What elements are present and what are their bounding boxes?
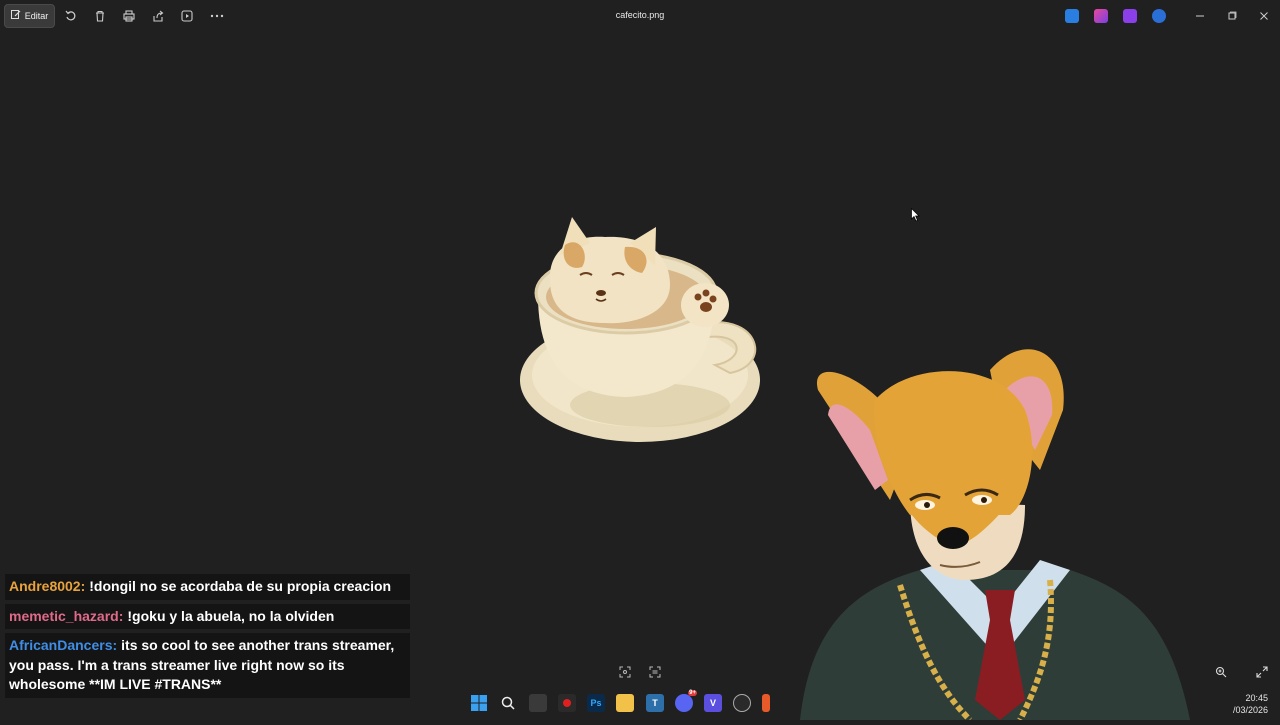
chat-text: !goku y la abuela, no la olviden [127, 607, 335, 624]
chat-username: memetic_hazard: [9, 607, 124, 624]
chat-username: AfricanDancers: [9, 637, 118, 653]
fit-to-window-icon[interactable] [617, 664, 633, 680]
minimize-icon[interactable] [1192, 8, 1208, 24]
discord-badge: 9+ [688, 690, 697, 696]
mouse-cursor-icon [911, 207, 920, 227]
close-icon[interactable] [1256, 8, 1272, 24]
share-icon[interactable] [150, 8, 166, 24]
edit-icon [10, 10, 21, 22]
obs-app-icon[interactable] [529, 694, 547, 712]
photo-viewer-toolbar: Editar cafecito.png [0, 0, 1280, 32]
photoshop-app-icon[interactable]: Ps [587, 694, 605, 712]
fullscreen-icon[interactable] [1254, 664, 1270, 680]
more-icon[interactable] [209, 8, 225, 24]
chat-text: !dongil no se acordaba de su propia crea… [89, 578, 392, 594]
chat-message: Andre8002: !dongil no se acordaba de su p… [5, 574, 410, 600]
chat-message: memetic_hazard: !goku y la abuela, no la … [5, 603, 410, 629]
delete-icon[interactable] [92, 8, 108, 24]
edit-label: Editar [24, 11, 49, 21]
rotate-icon[interactable] [63, 8, 79, 24]
chat-username: Andre8002: [9, 578, 86, 594]
slideshow-icon[interactable] [179, 8, 195, 24]
displayed-image-coffee-cup [510, 205, 770, 460]
file-explorer-icon[interactable] [616, 694, 634, 712]
maximize-icon[interactable] [1224, 8, 1240, 24]
vegas-app-icon[interactable]: V [704, 694, 722, 712]
windows-start-icon[interactable] [470, 694, 488, 712]
photo-editor-app-icon[interactable] [1065, 9, 1079, 23]
clipchamp-app-icon[interactable] [1123, 9, 1137, 23]
file-title: cafecito.png [615, 10, 665, 20]
streamer-avatar-overlay [770, 330, 1200, 725]
clock-time: 20:45 [1245, 693, 1268, 703]
print-icon[interactable] [121, 8, 137, 24]
browser-app-icon[interactable] [762, 694, 770, 712]
zoom-in-icon[interactable] [1213, 664, 1229, 680]
stream-chat-overlay: Andre8002: !dongil no se acordaba de su p… [5, 574, 410, 702]
record-app-icon[interactable] [558, 694, 576, 712]
taskbar-clock[interactable]: 20:45 /03/2026 [1233, 692, 1268, 716]
search-icon[interactable] [499, 694, 517, 712]
discord-app-icon[interactable]: 9+ [675, 690, 697, 712]
visual-search-icon[interactable] [647, 664, 663, 680]
clock-date: /03/2026 [1232, 705, 1268, 715]
edit-button[interactable]: Editar [4, 4, 55, 28]
editor-app-icon[interactable]: T [646, 694, 664, 712]
settings-app-icon[interactable] [733, 694, 751, 712]
designer-app-icon[interactable] [1094, 9, 1108, 23]
onedrive-icon[interactable] [1152, 9, 1166, 23]
taskbar [0, 688, 1280, 720]
